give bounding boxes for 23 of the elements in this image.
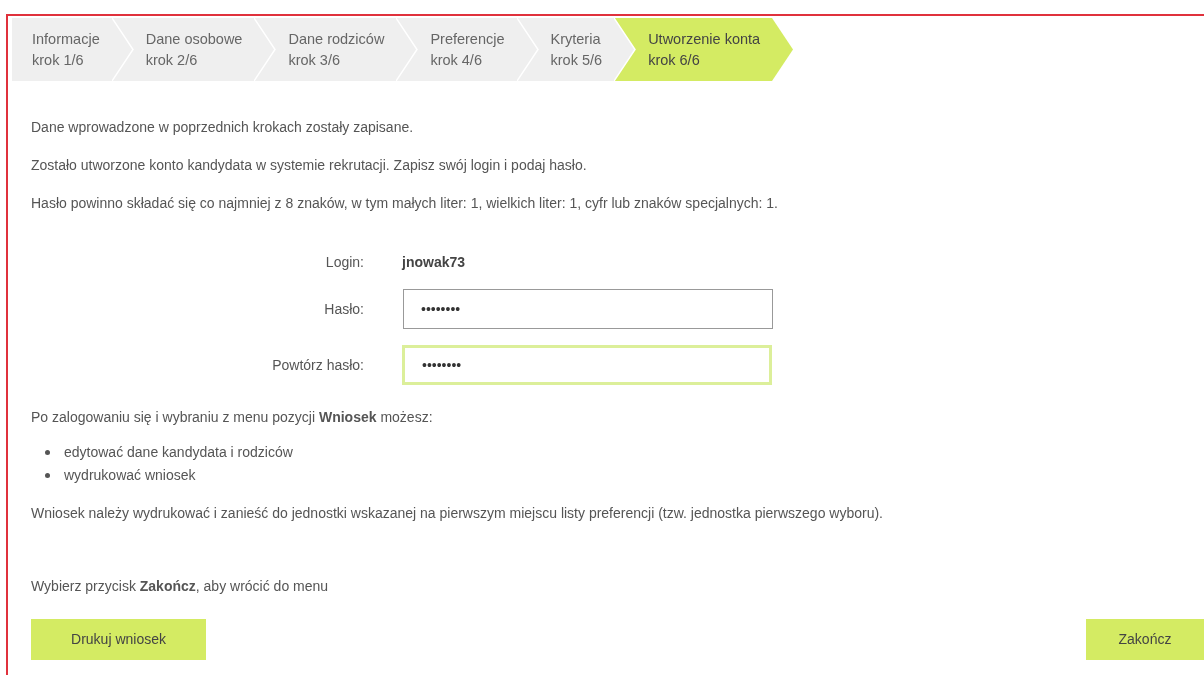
finish-button[interactable]: Zakończ — [1086, 619, 1204, 660]
info-text: Dane wprowadzone w poprzednich krokach zostały zapisane. — [31, 118, 415, 137]
info-text: Hasło powinno składać się co najmniej z 8 znaków, w tym małych liter: 1, wielkich liter: 1, cyfr lub znaków specjalnych: 1. — [31, 194, 779, 213]
info-text: Po zalogowaniu się i wybraniu z menu pozycji Wniosek możesz: — [31, 408, 434, 427]
password-field[interactable]: •••••••• — [403, 289, 773, 329]
info-text: Zostało utworzone konto kandydata w systemie rekrutacji. Zapisz swój login i podaj hasło. — [31, 156, 588, 175]
list-item: edytować dane kandydata i rodziców — [64, 443, 293, 462]
info-text: Wybierz przycisk Zakończ, aby wrócić do menu — [31, 577, 330, 596]
list-item: wydrukować wniosek — [64, 466, 196, 485]
step-tab[interactable]: Informacje krok 1/6 — [12, 18, 112, 81]
step-tab[interactable]: Preferencje krok 4/6 — [418, 18, 517, 81]
field-label: Hasło: — [323, 299, 365, 319]
password-field[interactable]: •••••••• — [402, 345, 772, 385]
step-tab[interactable]: Dane rodziców krok 3/6 — [276, 18, 397, 81]
field-label: Powtórz hasło: — [271, 355, 365, 375]
login-value: jnowak73 — [402, 253, 466, 272]
info-text: Wniosek należy wydrukować i zanieść do jednostki wskazanej na pierwszym miejscu listy preferencji (tzw. jednostka pierwszego wyboru). — [31, 504, 884, 523]
bullet-icon — [45, 473, 50, 478]
field-label: Login: — [324, 252, 365, 272]
print-button[interactable]: Drukuj wniosek — [31, 619, 206, 660]
bullet-icon — [45, 450, 50, 455]
chevron-icon — [772, 18, 795, 81]
step-tab[interactable]: Dane osobowe krok 2/6 — [133, 18, 255, 81]
